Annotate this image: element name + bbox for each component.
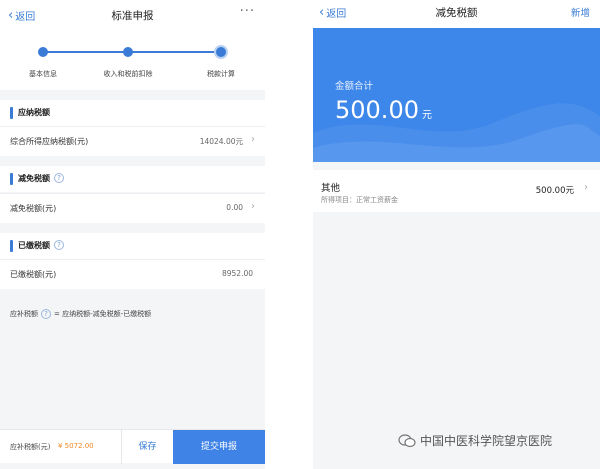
item-name: 其他 — [321, 183, 341, 194]
row-label: 减免税额(元) — [10, 204, 57, 213]
section-tax-paid: 已缴税额 ? — [0, 233, 265, 259]
total-amount-unit: 元 — [421, 110, 432, 121]
help-icon[interactable]: ? — [41, 309, 51, 319]
add-button[interactable]: 新增 — [571, 5, 590, 19]
section-tax-reduction: 减免税额 ? — [0, 166, 265, 192]
wechat-icon — [398, 433, 416, 448]
nav-bar: ‹ 返回 标准申报 ··· — [0, 0, 265, 32]
row-value: 8952.00 — [221, 269, 253, 278]
total-amount: 500.00 元 — [335, 96, 432, 124]
section-marker — [10, 107, 13, 119]
section-marker — [10, 240, 13, 252]
bottom-action-bar: 应补税额(元) ¥ 5072.00 保存 提交申报 — [0, 429, 265, 464]
chevron-right-icon: › — [251, 134, 255, 145]
row-tax-payable[interactable]: 综合所得应纳税额(元) 14024.00元 › — [0, 126, 265, 156]
step-dot-1 — [38, 47, 48, 57]
help-icon[interactable]: ? — [54, 240, 64, 250]
wave-decoration — [313, 103, 600, 162]
submit-declaration-button[interactable]: 提交申报 — [173, 430, 265, 464]
section-title: 减免税额 — [18, 174, 50, 183]
step-dot-2 — [123, 47, 133, 57]
item-amount: 500.00元 — [535, 186, 574, 196]
row-label: 已缴税额(元) — [10, 270, 57, 279]
step-label-1: 基本信息 — [29, 70, 57, 78]
page-title: 减免税额 — [435, 7, 478, 19]
section-marker — [10, 173, 13, 185]
nav-bar: ‹ 返回 减免税额 新增 — [313, 0, 600, 28]
formula-label: 应补税额 — [10, 310, 38, 318]
tax-reduction-screen: ‹ 返回 减免税额 新增 金额合计 500.00 元 其他 所得项目：正常工资薪… — [313, 0, 600, 469]
step-dot-3-current — [214, 45, 228, 59]
step-label-3: 税款计算 — [207, 70, 235, 78]
page-title: 标准申报 — [111, 10, 154, 22]
watermark: 中国中医科学院望京医院 — [398, 432, 552, 449]
total-label: 金额合计 — [335, 81, 374, 92]
row-value: 14024.00元 — [199, 137, 243, 146]
progress-stepper: 基本信息 收入和税前扣除 税款计算 — [0, 32, 265, 90]
row-value: 0.00 — [226, 203, 243, 212]
watermark-text: 中国中医科学院望京医院 — [420, 434, 553, 448]
row-tax-reduction[interactable]: 减免税额(元) 0.00 › — [0, 193, 265, 223]
list-item[interactable]: 其他 所得项目：正常工资薪金 500.00元 › — [313, 170, 600, 212]
amount-due-value: ¥ 5072.00 — [58, 442, 94, 450]
amount-due-label: 应补税额(元) — [10, 443, 51, 451]
total-amount-value: 500.00 — [335, 96, 419, 124]
formula-expression: = 应纳税额-减免税额-已缴税额 — [54, 310, 152, 318]
total-amount-card: 金额合计 500.00 元 — [313, 28, 600, 162]
standard-declaration-screen: ‹ 返回 标准申报 ··· 基本信息 收入和税前扣除 税款计算 应纳税额 综合所… — [0, 0, 265, 469]
formula-note: 应补税额 ? = 应纳税额-减免税额-已缴税额 — [10, 309, 151, 319]
chevron-right-icon: › — [251, 201, 255, 212]
row-tax-paid: 已缴税额(元) 8952.00 — [0, 259, 265, 289]
help-icon[interactable]: ? — [54, 173, 64, 183]
section-title: 应纳税额 — [18, 108, 50, 117]
more-icon[interactable]: ··· — [240, 4, 255, 19]
item-subtitle: 所得项目：正常工资薪金 — [321, 196, 398, 204]
row-label: 综合所得应纳税额(元) — [10, 137, 89, 146]
section-tax-payable: 应纳税额 — [0, 100, 265, 126]
section-title: 已缴税额 — [18, 241, 50, 250]
step-label-2: 收入和税前扣除 — [103, 70, 153, 78]
chevron-right-icon: › — [584, 182, 588, 193]
save-button[interactable]: 保存 — [121, 430, 173, 464]
